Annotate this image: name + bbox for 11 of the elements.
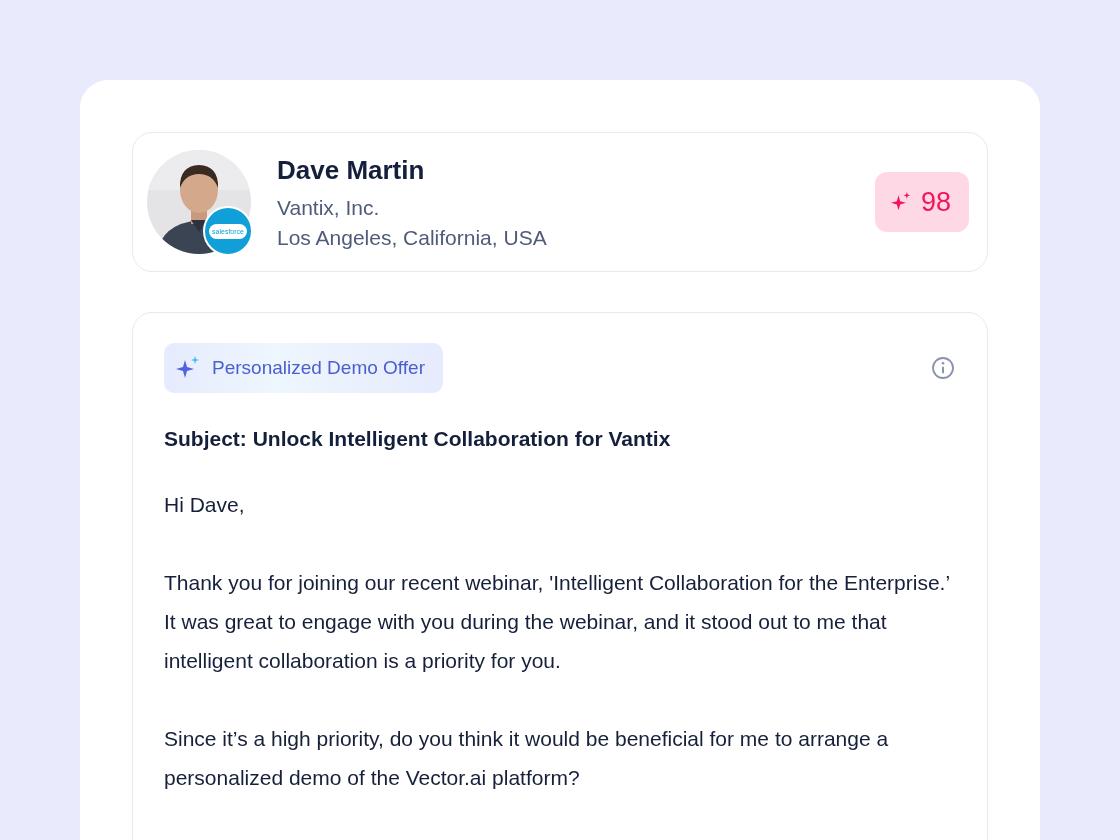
sparkle-icon	[890, 192, 911, 212]
company-name: Vantix, Inc.	[277, 195, 381, 220]
email-greeting: Hi Dave,	[164, 492, 246, 518]
email-paragraph: Thank you for joining our recent webinar, 'Intelligent Collaboration for the Enterprise.’ It was great to engage with you during the webinar, and it stood out to me that intelligent collaboration is a priority for you.	[164, 570, 951, 674]
email-paragraph: Since it’s a high priority, do you think it would be beneficial for me to arrange a personalized demo of the Vector.ai platform?	[164, 726, 890, 791]
email-type-label: Personalized Demo Offer	[212, 357, 425, 379]
email-subject: Subject: Unlock Intelligent Collaboration for Vantix	[164, 427, 672, 451]
contact-name: Dave Martin	[277, 154, 426, 186]
info-icon[interactable]	[931, 356, 955, 380]
score-value: 98	[920, 186, 951, 218]
contact-location: Los Angeles, California, USA	[277, 225, 548, 250]
